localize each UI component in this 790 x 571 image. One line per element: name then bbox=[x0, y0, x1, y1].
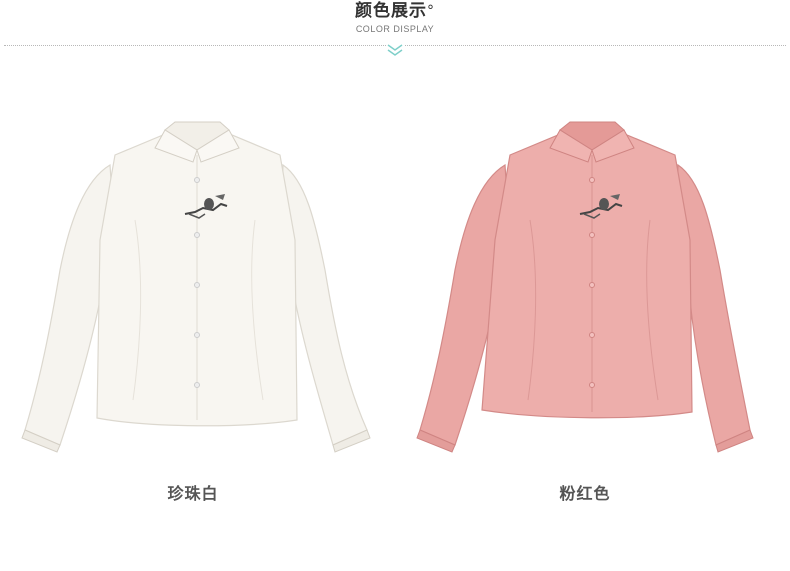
degree-mark: ° bbox=[427, 3, 435, 19]
product-pink-shirt: 粉红色 bbox=[410, 100, 770, 503]
pink-shirt-image bbox=[416, 121, 754, 453]
double-chevron-down-icon bbox=[386, 42, 404, 56]
color-name-white: 珍珠白 bbox=[167, 484, 219, 503]
section-header: 颜色展示° COLOR DISPLAY bbox=[0, 0, 790, 60]
section-title-text: 颜色展示 bbox=[355, 1, 427, 21]
white-shirt-image bbox=[21, 121, 371, 453]
color-name-pink: 粉红色 bbox=[559, 484, 611, 503]
section-title: 颜色展示° bbox=[0, 0, 790, 22]
section-subtitle: COLOR DISPLAY bbox=[355, 24, 435, 34]
product-white-shirt: 珍珠白 bbox=[15, 100, 375, 503]
